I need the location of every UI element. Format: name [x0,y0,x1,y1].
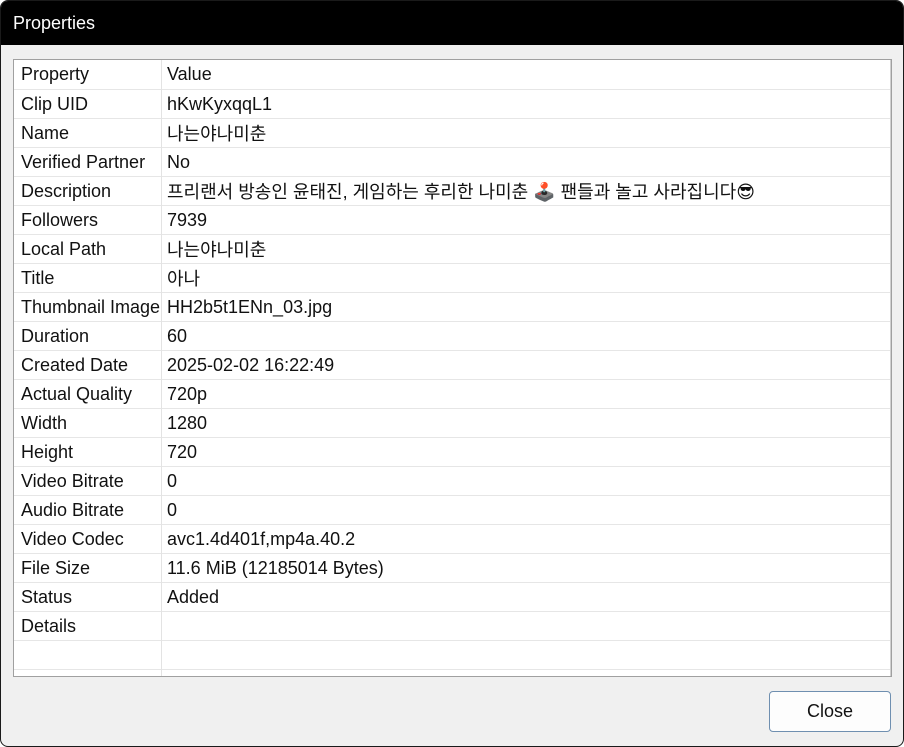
property-value: hKwKyxqqL1 [167,93,273,114]
table-row[interactable]: Description 프리랜서 방송인 윤태진, 게임하는 후리한 나미춘 🕹️… [14,177,891,206]
property-key: Title [21,267,55,288]
table-row[interactable]: Video Bitrate 0 [14,467,891,496]
header-row: Property Value [14,60,891,90]
property-value: 1280 [167,412,208,433]
column-divider [161,60,162,676]
table-row[interactable]: Created Date 2025-02-02 16:22:49 [14,351,891,380]
properties-dialog: Properties Property Value Clip UID hKwKyx… [0,0,904,747]
property-key: Clip UID [21,93,89,114]
property-key: Details [21,615,77,636]
title-bar: Properties [1,1,903,45]
table-row[interactable]: Title 아나 [14,264,891,293]
property-key: File Size [21,557,91,578]
property-value: 720p [167,383,208,404]
table-row[interactable]: Status Added [14,583,891,612]
property-key: Followers [21,209,99,230]
property-key: Verified Partner [21,151,146,172]
table-row[interactable]: Actual Quality 720p [14,380,891,409]
window-title: Properties [13,12,96,33]
property-value: 아나 [167,269,201,289]
table-row[interactable]: Thumbnail Image HH2b5t1ENn_03.jpg [14,293,891,322]
property-value: 나는야나미춘 [167,240,267,260]
table-row[interactable]: Details [14,612,891,641]
table-row[interactable]: Duration 60 [14,322,891,351]
empty-row [14,641,891,670]
property-value: avc1.4d401f,mp4a.40.2 [167,528,356,549]
property-value: No [167,151,191,172]
property-key: Width [21,412,68,433]
property-key: Duration [21,325,90,346]
table-row[interactable]: Clip UID hKwKyxqqL1 [14,90,891,119]
property-value: 나는야나미춘 [167,124,267,144]
property-key: Status [21,586,73,607]
property-key: Video Codec [21,528,124,549]
column-header-property[interactable]: Property [14,64,161,85]
property-value: 0 [167,470,178,491]
grid-right-edge [890,60,891,676]
table-row[interactable]: Name 나는야나미춘 [14,119,891,148]
property-value: 7939 [167,209,208,230]
table-row[interactable]: File Size 11.6 MiB (12185014 Bytes) [14,554,891,583]
properties-grid[interactable]: Property Value Clip UID hKwKyxqqL1 Name 나는… [13,59,892,677]
property-value: 0 [167,499,178,520]
table-row[interactable]: Width 1280 [14,409,891,438]
property-value: 720 [167,441,198,462]
property-value: 11.6 MiB (12185014 Bytes) [167,557,384,578]
property-key: Local Path [21,238,107,259]
property-key: Name [21,122,70,143]
table-row[interactable]: Height 720 [14,438,891,467]
column-header-value[interactable]: Value [161,64,891,85]
property-key: Thumbnail Image [21,296,161,317]
table-row[interactable]: Audio Bitrate 0 [14,496,891,525]
property-value: 2025-02-02 16:22:49 [167,354,335,375]
property-value: 60 [167,325,188,346]
property-key: Audio Bitrate [21,499,125,520]
table-row[interactable]: Video Codec avc1.4d401f,mp4a.40.2 [14,525,891,554]
table-row[interactable]: Followers 7939 [14,206,891,235]
property-value: HH2b5t1ENn_03.jpg [167,296,333,317]
property-key: Video Bitrate [21,470,124,491]
property-key: Created Date [21,354,129,375]
table-row[interactable]: Local Path 나는야나미춘 [14,235,891,264]
property-key: Height [21,441,74,462]
property-value: 프리랜서 방송인 윤태진, 게임하는 후리한 나미춘 🕹️ 팬들과 놀고 사라집… [167,182,755,202]
table-row[interactable]: Verified Partner No [14,148,891,177]
property-key: Actual Quality [21,383,133,404]
property-value: Added [167,586,220,607]
close-button[interactable]: Close [769,691,891,732]
property-key: Description [21,180,112,201]
